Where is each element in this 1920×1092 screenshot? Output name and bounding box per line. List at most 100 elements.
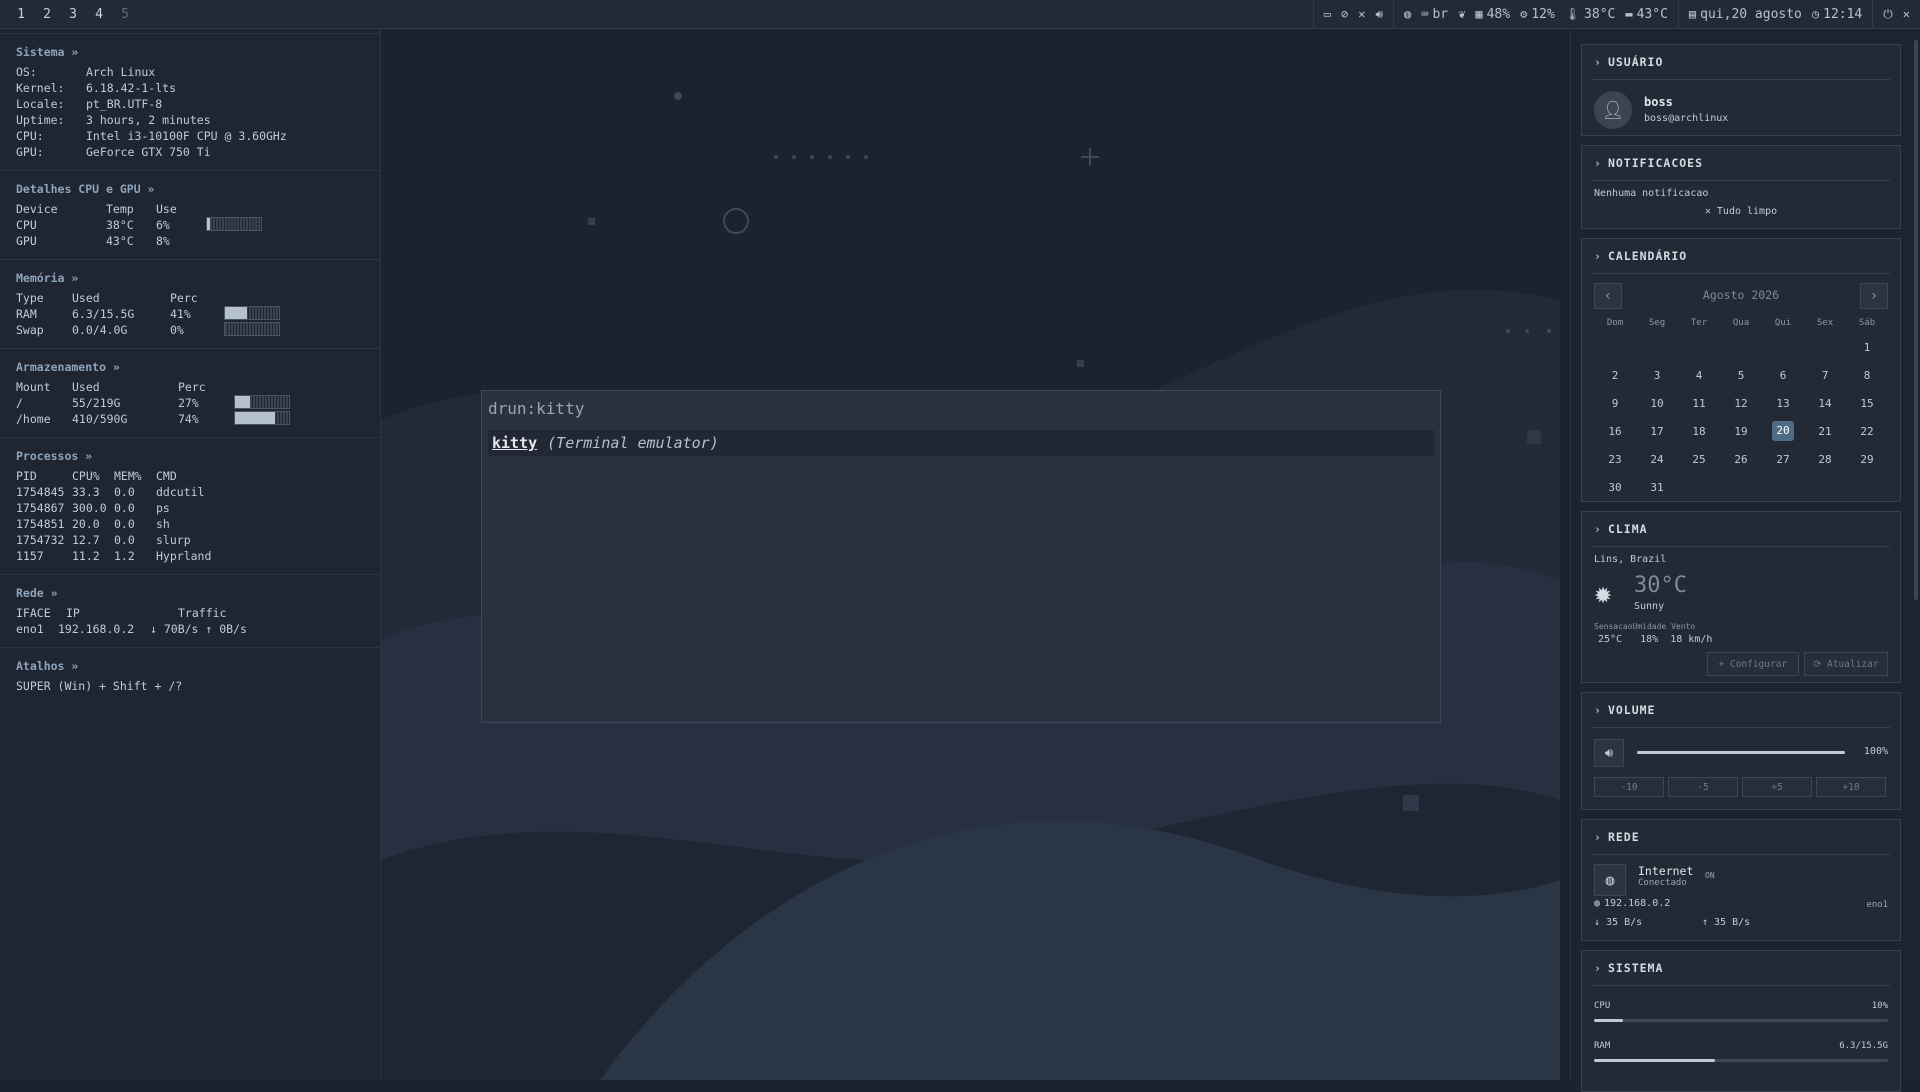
chevron-right-icon: › xyxy=(1594,156,1602,170)
workspace-2[interactable]: 2 xyxy=(34,7,60,22)
workspace-4[interactable]: 4 xyxy=(86,7,112,22)
calendar-day[interactable]: 30 xyxy=(1594,473,1636,501)
memory-indicator[interactable]: ▦ 48% xyxy=(1475,7,1510,22)
calendar-day[interactable]: 3 xyxy=(1636,361,1678,389)
globe-icon: ◍ xyxy=(1594,898,1601,909)
network-toggle[interactable]: ◍ xyxy=(1594,864,1626,896)
volume-plus-10-button[interactable]: +10 xyxy=(1816,777,1886,797)
swap-usage-bar xyxy=(224,322,280,336)
weather-location: Lins, Brazil xyxy=(1594,554,1667,565)
process-row: 1754867 300.0 0.0 ps xyxy=(16,501,170,515)
calendar-day[interactable]: 13 xyxy=(1762,389,1804,417)
gpu-row: GPU 43°C 8% xyxy=(16,234,170,248)
user-card-header[interactable]: › USUÁRIO xyxy=(1582,45,1900,79)
calendar-day[interactable]: 2 xyxy=(1594,361,1636,389)
calendar-day[interactable]: 18 xyxy=(1678,417,1720,445)
cpu-row: CPU 38°C 6% xyxy=(16,217,364,233)
camera-off-icon[interactable]: ⊘ xyxy=(1341,7,1348,21)
calendar-day[interactable]: 29 xyxy=(1846,445,1888,473)
refresh-weather-button[interactable]: ⟳ Atualizar xyxy=(1804,652,1888,676)
pin-icon: ⌖ xyxy=(1718,658,1730,670)
calendar-day[interactable]: 25 xyxy=(1678,445,1720,473)
calendar-day[interactable]: 19 xyxy=(1720,417,1762,445)
volume-plus-5-button[interactable]: +5 xyxy=(1742,777,1812,797)
time-display[interactable]: ◷ 12:14 xyxy=(1812,7,1862,22)
calendar-grid: Dom Seg Ter Qua Qui Sex Sáb 1 2 3 4 5 6 7 8 9 10 11 12 13 1… xyxy=(1594,313,1888,501)
system-title: Sistema » xyxy=(16,45,79,59)
clear-all-button[interactable]: ✕ Tudo limpo xyxy=(1582,206,1900,217)
calendar-day[interactable]: 24 xyxy=(1636,445,1678,473)
calendar-day[interactable]: 8 xyxy=(1846,361,1888,389)
calendar-day[interactable]: 26 xyxy=(1720,445,1762,473)
mic-off-icon[interactable]: ✕ xyxy=(1358,7,1365,21)
calendar-day[interactable]: 14 xyxy=(1804,389,1846,417)
calendar-day[interactable]: 16 xyxy=(1594,417,1636,445)
cpu-temp-indicator[interactable]: 🌡︎ 38°C xyxy=(1565,7,1616,22)
network-download: ↓ 35 B/s xyxy=(1594,917,1643,928)
user-name: boss xyxy=(1644,95,1673,109)
volume-minus-10-button[interactable]: -10 xyxy=(1594,777,1664,797)
weather-condition: Sunny xyxy=(1634,601,1665,612)
cpu-gpu-section: Detalhes CPU e GPU » Device Temp Use CPU 38… xyxy=(0,171,380,260)
weather-labels: SensacaoUmidade Vento xyxy=(1594,622,1696,631)
calendar-day[interactable]: 27 xyxy=(1762,445,1804,473)
workspace-5[interactable]: 5 xyxy=(112,7,138,22)
status-tray: ◍ ⌨ br ❦ ▦ 48% ⚙ 12% 🌡︎ 38°C ▬ 43°C xyxy=(1393,0,1678,28)
mute-button[interactable]: 🔊︎ xyxy=(1594,739,1624,767)
chevron-right-icon: › xyxy=(1594,55,1602,69)
calendar-day[interactable]: 20 xyxy=(1762,417,1804,445)
calendar-day[interactable]: 4 xyxy=(1678,361,1720,389)
date-display[interactable]: ▤ qui,20 agosto xyxy=(1689,7,1802,22)
power-icon[interactable]: ⏻ xyxy=(1883,7,1893,22)
volume-slider[interactable] xyxy=(1637,751,1845,754)
cpu-usage-bar xyxy=(206,217,262,231)
memory-section: Memória » Type Used Perc RAM 6.3/15.5G 41% S… xyxy=(0,260,380,349)
calendar-day[interactable]: 31 xyxy=(1636,473,1678,501)
launcher-input[interactable]: drun:kitty xyxy=(482,391,1440,426)
speaker-icon: 🔊︎ xyxy=(1604,745,1614,761)
power-tray: ⏻ ✕ xyxy=(1872,0,1920,28)
panel-scrollbar[interactable] xyxy=(1914,40,1918,600)
calendar-day[interactable]: 7 xyxy=(1804,361,1846,389)
cpu-indicator[interactable]: ⚙ 12% xyxy=(1520,7,1555,22)
calendar-day[interactable]: 5 xyxy=(1720,361,1762,389)
calendar-day[interactable]: 22 xyxy=(1846,417,1888,445)
calendar-day[interactable]: 1 xyxy=(1846,333,1888,361)
configure-weather-button[interactable]: ⌖ Configurar xyxy=(1707,652,1799,676)
globe-icon[interactable]: ◍ xyxy=(1404,7,1411,21)
workspace-3[interactable]: 3 xyxy=(60,7,86,22)
calendar-day[interactable]: 12 xyxy=(1720,389,1762,417)
next-month-button[interactable]: › xyxy=(1860,283,1888,309)
network-card: › REDE ◍ Internet Conectado ON ◍ 192.168.0… xyxy=(1581,819,1901,941)
chevron-right-icon: › xyxy=(1594,703,1602,717)
locale-value: pt_BR.UTF-8 xyxy=(86,97,163,111)
calendar-day[interactable]: 15 xyxy=(1846,389,1888,417)
calendar-day xyxy=(1594,333,1636,361)
process-row: 1754732 12.7 0.0 slurp xyxy=(16,533,191,547)
calendar-day[interactable]: 10 xyxy=(1636,389,1678,417)
calendar-day[interactable]: 28 xyxy=(1804,445,1846,473)
sys-ram-value: 6.3/15.5G xyxy=(1839,1041,1888,1051)
volume-minus-5-button[interactable]: -5 xyxy=(1668,777,1738,797)
workspace-1[interactable]: 1 xyxy=(8,7,34,22)
calendar-day[interactable]: 11 xyxy=(1678,389,1720,417)
calendar-day[interactable]: 9 xyxy=(1594,389,1636,417)
network-ip: 192.168.0.2 xyxy=(1604,898,1671,909)
calendar-day xyxy=(1846,473,1888,501)
keyboard-layout[interactable]: ⌨ br xyxy=(1421,7,1448,22)
calendar-day[interactable]: 17 xyxy=(1636,417,1678,445)
calendar-day[interactable]: 21 xyxy=(1804,417,1846,445)
layout-icon[interactable]: ▭ xyxy=(1324,7,1331,21)
calendar-day[interactable]: 6 xyxy=(1762,361,1804,389)
weekday-label: Dom xyxy=(1606,318,1624,328)
calendar-month: Agosto 2026 xyxy=(1702,288,1780,302)
cpu-icon: ⚙ xyxy=(1520,7,1528,21)
launcher-entry-kitty[interactable]: kitty (Terminal emulator) xyxy=(488,430,1434,456)
speaker-icon[interactable]: 🔊︎ xyxy=(1375,7,1383,22)
gpu-temp-indicator[interactable]: ▬ 43°C xyxy=(1625,7,1668,22)
calendar-day[interactable]: 23 xyxy=(1594,445,1636,473)
close-icon[interactable]: ✕ xyxy=(1903,7,1910,21)
cpu-value: Intel i3-10100F CPU @ 3.60GHz xyxy=(86,129,287,143)
weekday-label: Qua xyxy=(1732,318,1750,328)
leaf-icon[interactable]: ❦ xyxy=(1458,7,1465,21)
